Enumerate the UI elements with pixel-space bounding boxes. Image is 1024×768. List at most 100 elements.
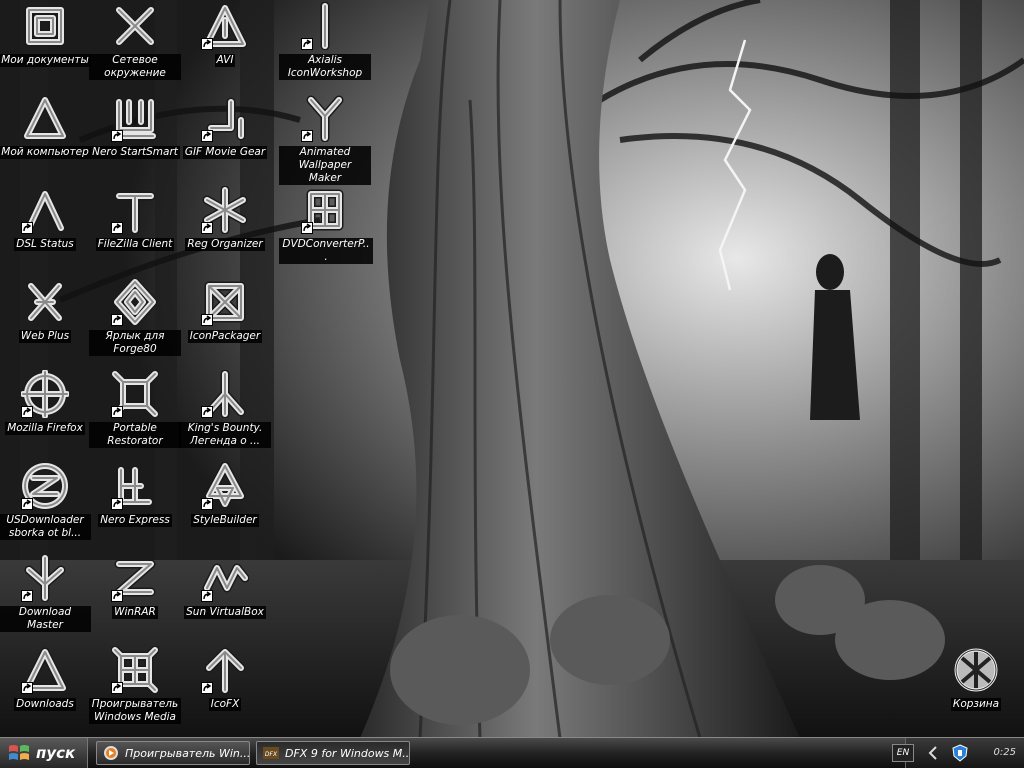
desktop-icon-nero-startsmart[interactable]: Nero StartSmart <box>89 94 181 159</box>
desktop-icon-web-plus[interactable]: Web Plus <box>0 278 91 343</box>
icon-label: DVDConverterP... <box>279 238 373 264</box>
icon-label: Мой компьютер <box>0 146 91 159</box>
desktop-icon-portable-restorator[interactable]: Portable Restorator <box>89 370 181 448</box>
desktop-icon-firefox[interactable]: Mozilla Firefox <box>0 370 91 435</box>
windows-flag-icon <box>9 745 29 760</box>
desktop-icon-iconpackager[interactable]: IconPackager <box>179 278 271 343</box>
desktop-icon-dvdconverter[interactable]: DVDConverterP... <box>279 186 373 264</box>
icon-label: WinRAR <box>112 606 158 619</box>
frame-rune-icon <box>111 370 159 418</box>
shortcut-arrow-icon <box>21 590 33 602</box>
icon-label: Ярлык для Forge80 <box>89 330 181 356</box>
shortcut-arrow-icon <box>111 406 123 418</box>
y-rune-icon <box>201 370 249 418</box>
shortcut-arrow-icon <box>201 130 213 142</box>
desktop-icon-reg-organizer[interactable]: Reg Organizer <box>179 186 271 251</box>
icon-label: Animated Wallpaper Maker <box>279 146 371 185</box>
shortcut-arrow-icon <box>111 590 123 602</box>
recycle-bin[interactable]: Корзина <box>930 646 1022 711</box>
star-rune-icon <box>201 186 249 234</box>
tray-expand-icon[interactable] <box>926 745 940 761</box>
triangle-rune-icon <box>201 2 249 50</box>
task-button-dfx[interactable]: DFX DFX 9 for Windows M... <box>256 741 410 765</box>
grid-rune-icon <box>301 186 349 234</box>
shortcut-arrow-icon <box>201 682 213 694</box>
icon-label: USDownloader sborka ot bl... <box>0 514 91 540</box>
desktop-icon-winrar[interactable]: WinRAR <box>89 554 181 619</box>
icon-label: Проигрыватель Windows Media <box>89 698 181 724</box>
arrow-up-rune-icon <box>201 646 249 694</box>
icon-label: AVI <box>214 54 236 67</box>
start-button[interactable]: пуск <box>0 738 88 768</box>
icon-label: Download Master <box>0 606 91 632</box>
desktop-icon-animated-wallpaper[interactable]: Animated Wallpaper Maker <box>279 94 371 185</box>
icon-label: DSL Status <box>14 238 76 251</box>
e-rune-icon <box>111 462 159 510</box>
desktop-icon-stylebuilder[interactable]: StyleBuilder <box>179 462 271 527</box>
task-button-media-player[interactable]: Проигрыватель Win... <box>96 741 250 765</box>
desktop-icon-usdownloader[interactable]: USDownloader sborka ot bl... <box>0 462 91 540</box>
target-rune-icon <box>21 370 69 418</box>
desktop-icon-virtualbox[interactable]: Sun VirtualBox <box>179 554 271 619</box>
desktop-icon-gif-movie-gear[interactable]: GIF Movie Gear <box>179 94 271 159</box>
security-shield-icon[interactable] <box>952 744 968 762</box>
desktop-icon-forge80[interactable]: Ярлык для Forge80 <box>89 278 181 356</box>
shortcut-arrow-icon <box>201 38 213 50</box>
icon-label: Sun VirtualBox <box>184 606 266 619</box>
shortcut-arrow-icon <box>111 682 123 694</box>
shortcut-arrow-icon <box>111 130 123 142</box>
icon-label: Корзина <box>950 698 1002 711</box>
caret-rune-icon <box>21 186 69 234</box>
desktop-icon-dsl-status[interactable]: DSL Status <box>0 186 91 251</box>
icon-label: Nero StartSmart <box>90 146 180 159</box>
shortcut-arrow-icon <box>201 406 213 418</box>
desktop-icon-network[interactable]: Сетевое окружение <box>89 2 181 80</box>
icon-label: IcoFX <box>208 698 242 711</box>
shortcut-arrow-icon <box>201 314 213 326</box>
desktop-icon-downloads[interactable]: Downloads <box>0 646 91 711</box>
shortcut-arrow-icon <box>201 222 213 234</box>
x-rune-icon <box>111 2 159 50</box>
shortcut-arrow-icon <box>21 498 33 510</box>
desktop-icon-icofx[interactable]: IcoFX <box>179 646 271 711</box>
shcha-rune-icon <box>111 94 159 142</box>
square-rune-icon <box>21 2 69 50</box>
shortcut-arrow-icon <box>301 38 313 50</box>
icon-label: King's Bounty. Легенда о ... <box>179 422 271 448</box>
icon-label: IconPackager <box>187 330 263 343</box>
system-tray: EN 0:25 <box>892 738 1024 768</box>
desktop-icon-nero-express[interactable]: Nero Express <box>89 462 181 527</box>
icon-label: Сетевое окружение <box>89 54 181 80</box>
burst-rune-icon <box>201 278 249 326</box>
bar-rune-icon <box>301 2 349 50</box>
cross-rune-icon <box>21 278 69 326</box>
desktop-icon-axialis[interactable]: Axialis IconWorkshop <box>279 2 371 80</box>
icon-label: Axialis IconWorkshop <box>279 54 371 80</box>
shortcut-arrow-icon <box>111 314 123 326</box>
icon-label: Мои документы <box>0 54 91 67</box>
start-label: пуск <box>36 744 76 762</box>
desktop-icon-avi[interactable]: AVI <box>179 2 271 67</box>
desktop-icon-windows-media[interactable]: Проигрыватель Windows Media <box>89 646 181 724</box>
desktop-icon-my-computer[interactable]: Мой компьютер <box>0 94 91 159</box>
desktop-icon-download-master[interactable]: Download Master <box>0 554 91 632</box>
task-label: DFX 9 for Windows M... <box>285 746 410 760</box>
icon-label: FileZilla Client <box>95 238 175 251</box>
desktop-icon-filezilla[interactable]: FileZilla Client <box>89 186 181 251</box>
desktop-icon-my-documents[interactable]: Мои документы <box>0 2 91 67</box>
shortcut-arrow-icon <box>21 682 33 694</box>
language-indicator[interactable]: EN <box>892 744 914 762</box>
icon-label: Downloads <box>14 698 76 711</box>
desktop-icon-kings-bounty[interactable]: King's Bounty. Легенда о ... <box>179 370 271 448</box>
icon-label: Portable Restorator <box>89 422 181 448</box>
icon-label: Mozilla Firefox <box>5 422 85 435</box>
hook-rune-icon <box>201 94 249 142</box>
arrow-down-rune-icon <box>21 554 69 602</box>
shortcut-arrow-icon <box>301 130 313 142</box>
icon-label: GIF Movie Gear <box>182 146 268 159</box>
icon-label: StyleBuilder <box>191 514 259 527</box>
delta-rune-icon <box>21 94 69 142</box>
icon-label: Nero Express <box>98 514 172 527</box>
shortcut-arrow-icon <box>111 498 123 510</box>
shortcut-arrow-icon <box>301 222 313 234</box>
